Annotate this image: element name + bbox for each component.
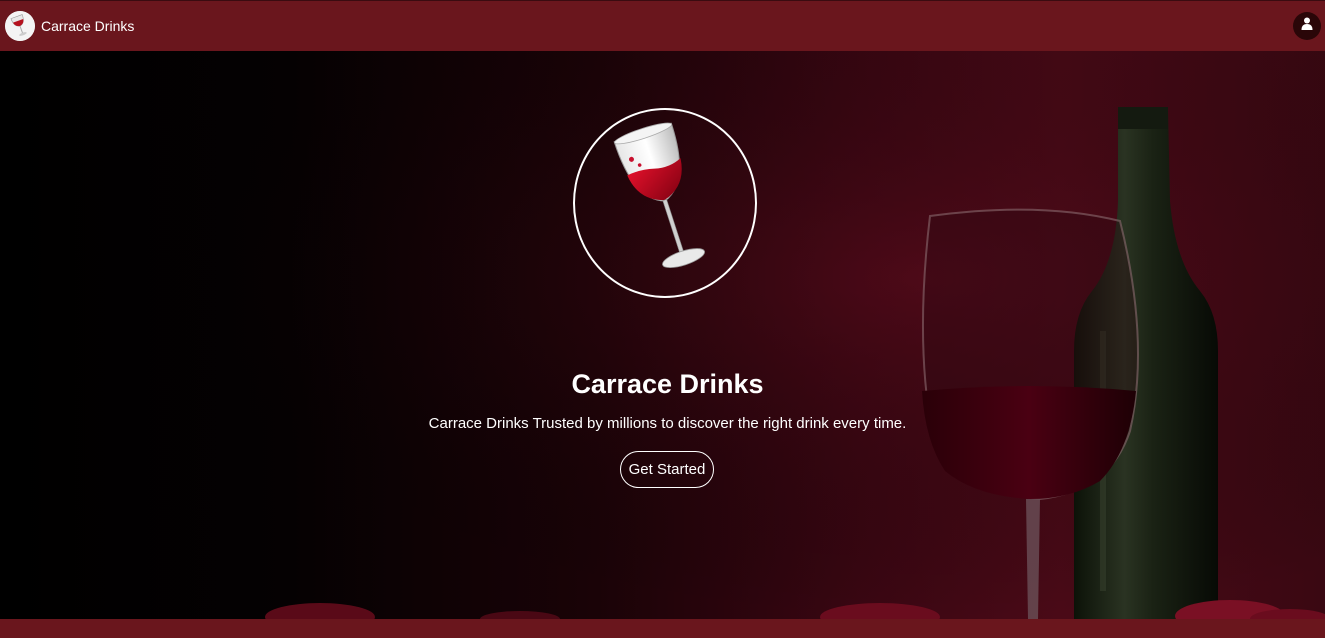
brand-link[interactable]: Carrace Drinks — [5, 11, 134, 41]
wine-glass-icon — [5, 11, 35, 41]
footer-bar — [0, 619, 1325, 638]
hero-emblem — [573, 108, 757, 298]
user-account-button[interactable] — [1293, 12, 1321, 40]
brand-name: Carrace Drinks — [41, 18, 135, 34]
top-navbar: Carrace Drinks — [0, 0, 1325, 51]
user-icon — [1301, 17, 1313, 35]
hero-section: Carrace Drinks Carrace Drinks Trusted by… — [0, 51, 1325, 619]
hero-content: Carrace Drinks Carrace Drinks Trusted by… — [0, 51, 1325, 619]
hero-subtitle: Carrace Drinks Trusted by millions to di… — [428, 415, 907, 432]
get-started-button[interactable]: Get Started — [620, 451, 714, 488]
wine-glass-icon — [600, 121, 730, 286]
hero-title: Carrace Drinks — [571, 369, 764, 399]
